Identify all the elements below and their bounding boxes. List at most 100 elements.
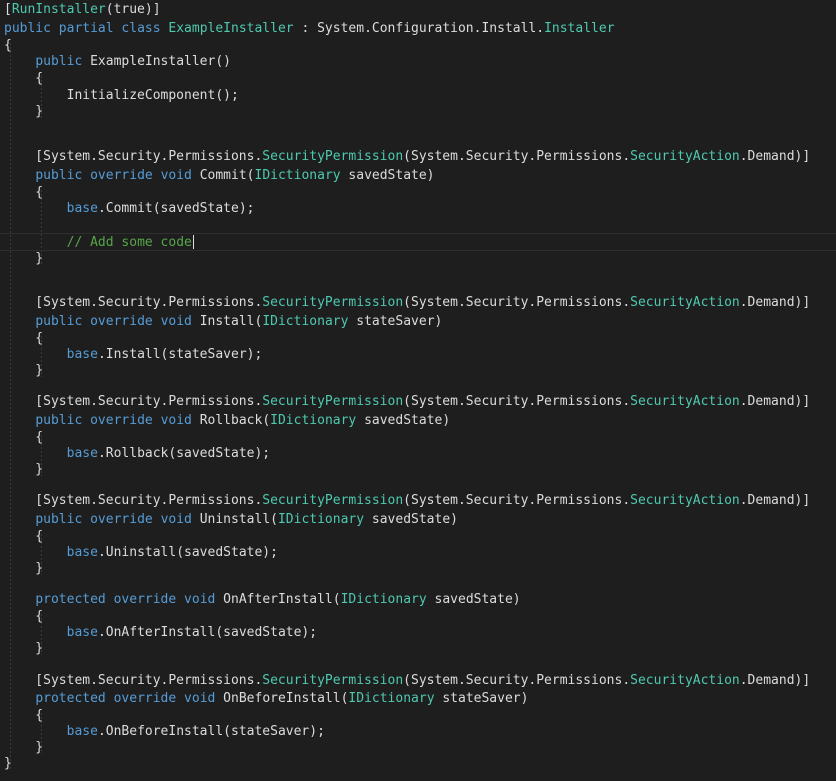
code-line[interactable]: [RunInstaller(true)] [0, 1, 161, 19]
code-line[interactable]: public override void Rollback(IDictionar… [0, 412, 450, 430]
type-token: SecurityPermission [262, 149, 404, 164]
type-token: SecurityAction [630, 149, 740, 164]
code-line[interactable]: } [0, 640, 43, 658]
code-token: .Commit(savedState); [97, 201, 255, 216]
keyword-token: base [66, 545, 98, 560]
code-line[interactable]: } [0, 362, 43, 380]
keyword-token: public [35, 314, 83, 329]
code-line[interactable] [0, 266, 4, 284]
type-token: SecurityPermission [262, 493, 404, 508]
keyword-token: public [35, 512, 83, 527]
type-token: SecurityAction [630, 394, 740, 409]
code-token: .Uninstall(savedState); [97, 545, 278, 560]
code-token: Install( [191, 314, 263, 329]
code-line[interactable]: public override void Install(IDictionary… [0, 313, 442, 331]
code-token: { [4, 331, 44, 346]
attribute-token: RunInstaller [11, 2, 106, 17]
code-token: Uninstall( [191, 512, 278, 527]
keyword-token: void [184, 592, 216, 607]
code-line[interactable]: [System.Security.Permissions.SecurityPer… [0, 492, 810, 510]
code-token: .Demand)] [739, 394, 811, 409]
code-token: [System.Security.Permissions. [4, 149, 263, 164]
code-line[interactable]: } [0, 560, 43, 578]
code-token: .Demand)] [739, 149, 811, 164]
keyword-token: protected [35, 691, 106, 706]
code-token: [System.Security.Permissions. [4, 394, 263, 409]
code-line[interactable]: public ExampleInstaller() [0, 53, 231, 71]
code-token: InitializeComponent(); [4, 88, 239, 103]
keyword-token: override [113, 691, 177, 706]
code-token: } [4, 756, 12, 771]
code-line[interactable]: protected override void OnAfterInstall(I… [0, 591, 521, 609]
code-token: [System.Security.Permissions. [4, 493, 263, 508]
code-line[interactable]: } [0, 755, 12, 773]
code-token: .Demand)] [739, 673, 811, 688]
code-line[interactable]: base.OnBeforeInstall(stateSaver); [0, 723, 325, 741]
code-line[interactable]: } [0, 461, 43, 479]
code-token: } [4, 104, 44, 119]
code-token: savedState) [426, 592, 521, 607]
code-token: .Install(stateSaver); [97, 347, 263, 362]
code-token: } [4, 561, 44, 576]
code-token: [System.Security.Permissions. [4, 295, 263, 310]
code-token: } [4, 740, 44, 755]
keyword-token: base [66, 625, 98, 640]
code-line[interactable]: base.OnAfterInstall(savedState); [0, 624, 317, 642]
code-token: } [4, 363, 44, 378]
keyword-token: public [4, 21, 51, 36]
code-token: .Rollback(savedState); [97, 446, 271, 461]
keyword-token: public [35, 54, 83, 69]
code-token: (System.Security.Permissions. [403, 394, 631, 409]
code-editor[interactable]: [RunInstaller(true)] public partial class… [0, 0, 836, 781]
keyword-token: public [35, 168, 83, 183]
type-token: ExampleInstaller [168, 21, 294, 36]
code-line[interactable]: } [0, 250, 43, 268]
code-line[interactable]: public override void Commit(IDictionary … [0, 167, 435, 185]
code-token: savedState) [340, 168, 435, 183]
code-line[interactable]: base.Commit(savedState); [0, 200, 255, 218]
code-token: OnBeforeInstall( [215, 691, 349, 706]
code-line[interactable]: [System.Security.Permissions.SecurityPer… [0, 393, 810, 411]
code-token: { [4, 38, 12, 53]
code-line[interactable]: protected override void OnBeforeInstall(… [0, 690, 528, 708]
keyword-token: void [160, 413, 192, 428]
code-line[interactable]: public override void Uninstall(IDictiona… [0, 511, 458, 529]
code-token: { [4, 529, 44, 544]
code-line[interactable]: public partial class ExampleInstaller : … [0, 20, 615, 38]
code-token: (System.Security.Permissions. [403, 295, 631, 310]
type-token: Installer [544, 21, 615, 36]
code-line[interactable]: { [0, 70, 43, 88]
code-line-current[interactable]: // Add some code [0, 233, 836, 251]
code-line[interactable]: [System.Security.Permissions.SecurityPer… [0, 672, 810, 690]
code-line[interactable]: } [0, 103, 43, 121]
code-token: : System.Configuration.Install. [293, 21, 545, 36]
keyword-token: override [90, 413, 153, 428]
code-line[interactable]: [System.Security.Permissions.SecurityPer… [0, 148, 810, 166]
code-token: savedState) [356, 413, 451, 428]
code-token: .OnAfterInstall(savedState); [97, 625, 318, 640]
code-line[interactable]: [System.Security.Permissions.SecurityPer… [0, 294, 810, 312]
code-token: .OnBeforeInstall(stateSaver); [97, 724, 325, 739]
code-token: savedState) [364, 512, 458, 527]
bracket-token: [ [4, 2, 12, 17]
code-token: { [4, 185, 44, 200]
keyword-token: base [66, 347, 98, 362]
